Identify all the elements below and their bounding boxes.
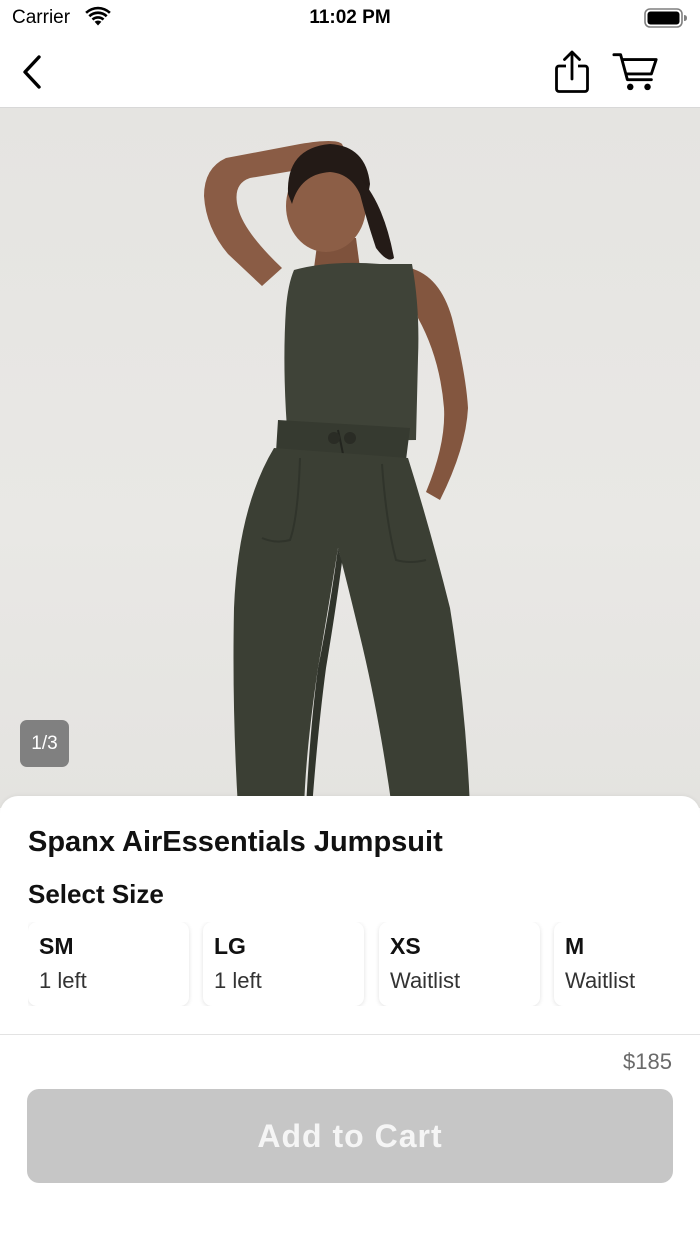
size-option-xs[interactable]: XS Waitlist: [379, 922, 540, 1006]
add-to-cart-button[interactable]: Add to Cart: [27, 1089, 673, 1183]
product-image-gallery[interactable]: 1/3: [0, 108, 700, 808]
product-title: Spanx AirEssentials Jumpsuit: [28, 826, 443, 858]
battery-icon: [644, 8, 687, 28]
size-availability: 1 left: [214, 968, 262, 993]
size-heading: Select Size: [28, 879, 164, 909]
back-button[interactable]: [8, 48, 56, 96]
product-details-sheet: Spanx AirEssentials Jumpsuit Select Size…: [0, 796, 700, 1036]
size-name: M: [565, 933, 585, 959]
size-availability: Waitlist: [565, 968, 636, 993]
size-name: LG: [214, 933, 246, 959]
navigation-bar: [0, 36, 700, 108]
chevron-left-icon: [23, 55, 41, 89]
cart-icon: [612, 53, 658, 91]
status-bar: Carrier 11:02 PM: [0, 0, 700, 36]
size-option-lg[interactable]: LG 1 left: [203, 922, 364, 1006]
product-price: $185: [623, 1049, 672, 1074]
size-name: SM: [39, 933, 74, 959]
clock: 11:02 PM: [309, 7, 391, 28]
image-page-indicator: 1/3: [20, 720, 69, 767]
size-availability: Waitlist: [390, 968, 461, 993]
purchase-footer: $185 Add to Cart: [0, 1034, 700, 1244]
share-button[interactable]: [548, 48, 596, 96]
share-icon: [555, 50, 589, 93]
size-option-m[interactable]: M Waitlist: [554, 922, 700, 1006]
product-photo: [204, 141, 470, 808]
size-option-sm[interactable]: SM 1 left: [28, 922, 189, 1006]
size-options[interactable]: SM 1 left LG 1 left XS Waitlist M Waitli…: [28, 922, 700, 1006]
size-name: XS: [390, 933, 421, 959]
size-availability: 1 left: [39, 968, 87, 993]
cart-button[interactable]: [612, 48, 660, 96]
